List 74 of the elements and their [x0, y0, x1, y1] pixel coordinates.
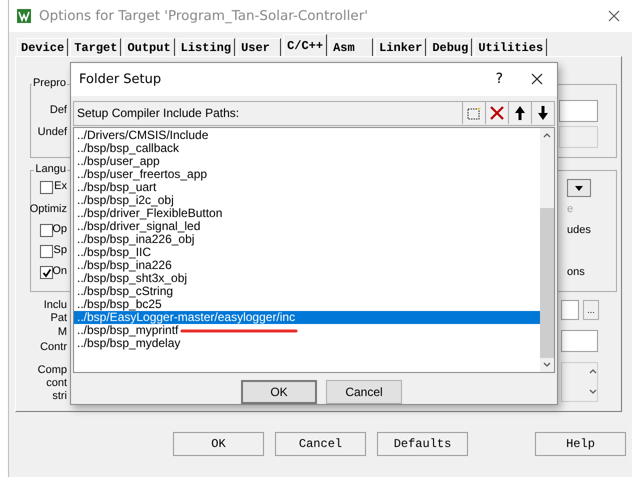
- close-icon[interactable]: [531, 73, 543, 86]
- path-item[interactable]: ../bsp/bsp_callback: [74, 142, 180, 156]
- group-label: Langu: [34, 163, 67, 175]
- field-label: Optimiz: [30, 203, 67, 215]
- checkbox[interactable]: [40, 224, 53, 237]
- scrollbar[interactable]: [540, 128, 554, 372]
- dialog-button[interactable]: Cancel: [326, 380, 402, 404]
- path-item[interactable]: ../bsp/bsp_IIC: [74, 246, 152, 260]
- path-item[interactable]: ../bsp/bsp_myprintf: [74, 324, 178, 338]
- path-item[interactable]: ../bsp/bsp_cString: [74, 285, 174, 298]
- option-label: udes: [567, 224, 591, 236]
- field-label: M: [58, 326, 67, 338]
- help-button[interactable]: ?: [496, 71, 503, 88]
- path-item[interactable]: ../bsp/driver_FlexibleButton: [74, 207, 222, 220]
- path-item[interactable]: ../bsp/bsp_ina226: [74, 259, 172, 272]
- checkbox-label: Ex: [54, 180, 67, 192]
- path-item[interactable]: ../bsp/bsp_bc25: [74, 298, 162, 312]
- path-item[interactable]: ../bsp/bsp_mydelay: [74, 337, 180, 350]
- tab[interactable]: Debug: [428, 38, 472, 56]
- field-label: Inclu: [44, 299, 67, 311]
- dialog-button[interactable]: OK: [173, 432, 264, 456]
- scroll-down-icon[interactable]: [543, 362, 551, 367]
- misc-controls-field[interactable]: [561, 330, 598, 352]
- toolbar-label: Setup Compiler Include Paths:: [77, 106, 240, 120]
- dialog-button[interactable]: OK: [241, 380, 317, 404]
- close-icon[interactable]: [608, 10, 620, 22]
- dropdown[interactable]: [567, 179, 591, 197]
- tab[interactable]: Device: [17, 38, 68, 56]
- tab[interactable]: Utilities: [474, 38, 548, 56]
- checkbox-label: Sp: [54, 244, 67, 256]
- scroll-up-icon[interactable]: [589, 369, 597, 374]
- tab[interactable]: User: [237, 38, 282, 56]
- checkbox[interactable]: [40, 181, 53, 194]
- option-label: e: [567, 203, 574, 215]
- field-label: stri: [52, 390, 67, 402]
- scroll-down-icon[interactable]: [589, 389, 597, 394]
- window-title: Options for Target 'Program_Tan-Solar-Controller': [39, 8, 368, 24]
- dialog-button[interactable]: Cancel: [275, 432, 366, 456]
- dialog-title: Folder Setup: [79, 72, 162, 87]
- path-item[interactable]: ../bsp/bsp_sht3x_obj: [74, 272, 188, 286]
- path-item[interactable]: ../bsp/bsp_i2c_obj: [74, 194, 174, 208]
- dialog-button[interactable]: Help: [535, 432, 626, 456]
- browse-button[interactable]: ...: [583, 300, 599, 320]
- path-item[interactable]: ../bsp/user_app: [74, 155, 160, 168]
- path-item[interactable]: ../bsp/bsp_uart: [74, 181, 156, 194]
- path-item[interactable]: ../Drivers/CMSIS/Include: [74, 129, 208, 142]
- field-label: cont: [46, 377, 67, 389]
- field-label: Pat: [50, 312, 67, 324]
- dialog-button[interactable]: Defaults: [377, 432, 468, 456]
- checkbox[interactable]: [40, 245, 53, 258]
- tab[interactable]: C/C++: [283, 34, 328, 56]
- checkbox[interactable]: [40, 266, 53, 279]
- path-item[interactable]: ../bsp/bsp_ina226_obj: [74, 233, 194, 246]
- define-field[interactable]: [559, 100, 598, 122]
- tab[interactable]: Target: [70, 38, 122, 56]
- path-item[interactable]: ../bsp/EasyLogger-master/easylogger/inc: [74, 311, 540, 324]
- group-label: Prepro: [32, 77, 67, 89]
- field-label: Undef: [38, 126, 67, 138]
- caret-icon: [575, 186, 583, 190]
- undefine-field[interactable]: [559, 126, 598, 148]
- option-label: ons: [567, 266, 585, 278]
- field-label: Contr: [40, 341, 67, 353]
- include-paths-field[interactable]: [561, 300, 579, 320]
- scroll-thumb[interactable]: [540, 208, 554, 358]
- tab[interactable]: Linker: [375, 38, 426, 56]
- scroll-up-icon[interactable]: [543, 133, 551, 138]
- tab[interactable]: Asm: [329, 38, 374, 56]
- path-item[interactable]: ../bsp/user_freertos_app: [74, 168, 208, 182]
- path-item[interactable]: ../bsp/driver_signal_led: [74, 220, 200, 234]
- tab[interactable]: Output: [123, 38, 175, 56]
- field-label: Def: [50, 104, 67, 116]
- field-label: Comp: [38, 364, 67, 376]
- app-icon: [17, 9, 31, 23]
- tab[interactable]: Listing: [176, 38, 236, 56]
